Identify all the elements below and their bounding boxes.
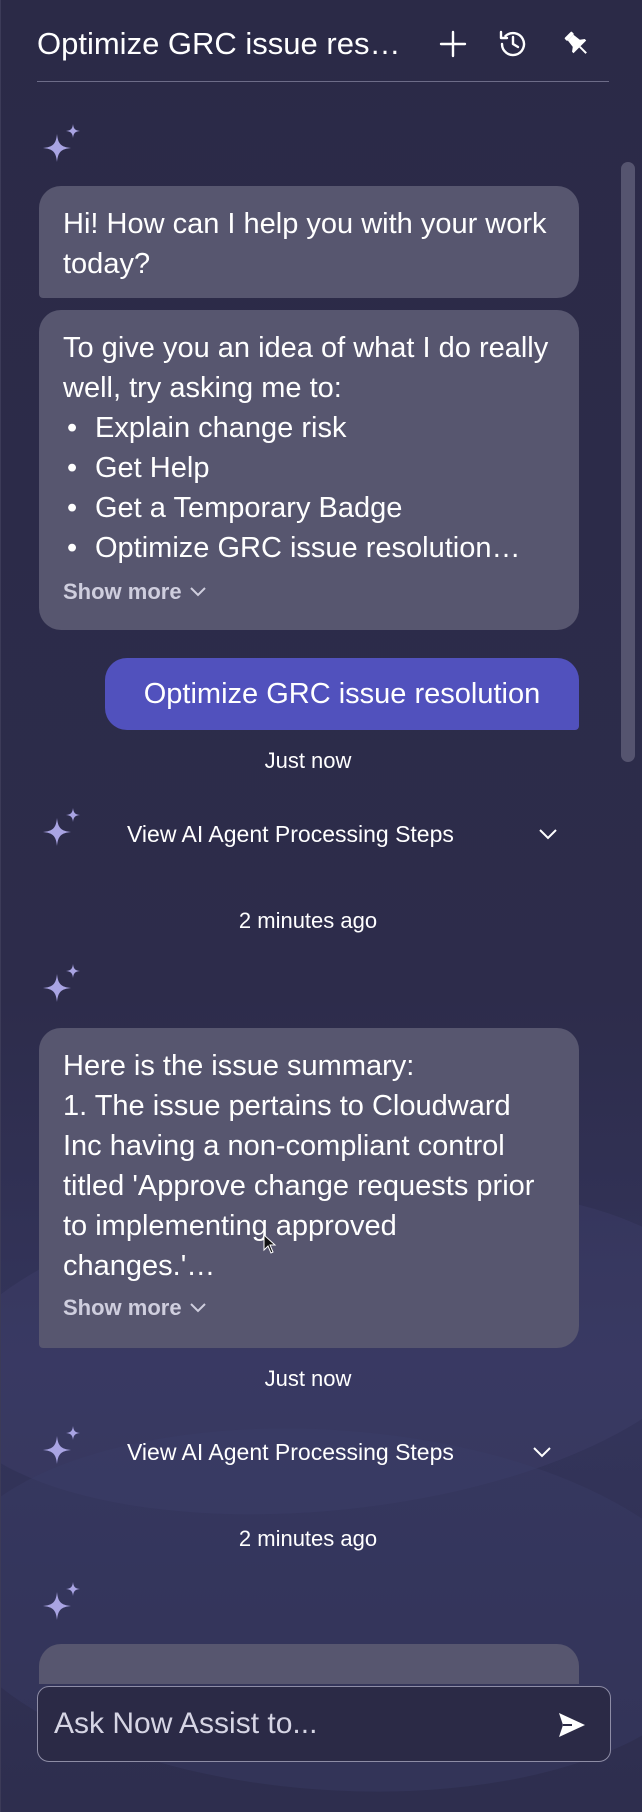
intro-text: To give you an idea of what I do really … [63, 332, 549, 404]
chevron-down-icon [533, 1446, 551, 1457]
assistant-message: To give you an idea of what I do really … [39, 310, 579, 630]
sparkle-icon [43, 964, 80, 1002]
mouse-cursor-icon [263, 1234, 277, 1254]
suggestion-item[interactable]: Optimize GRC issue resolution… [63, 528, 555, 568]
summary-body: 1. The issue pertains to Cloudward Inc h… [63, 1090, 535, 1282]
summary-title: Here is the issue summary: [63, 1050, 415, 1082]
show-more-label: Show more [63, 1295, 182, 1320]
now-assist-panel: Optimize GRC issue res… Hi! How can I he… [0, 0, 642, 1812]
greeting-text: Hi! How can I help you with your work to… [63, 208, 547, 280]
suggestion-item[interactable]: Get Help [63, 448, 555, 488]
scrollbar[interactable] [621, 162, 635, 762]
pin-button[interactable] [557, 24, 597, 64]
chevron-down-icon [539, 828, 557, 839]
assistant-message: Hi! How can I help you with your work to… [39, 186, 579, 298]
processing-steps-toggle[interactable]: View AI Agent Processing Steps [127, 814, 557, 854]
message-timestamp: 2 minutes ago [238, 908, 378, 933]
assistant-message-partial [39, 1644, 579, 1684]
message-timestamp: Just now [264, 748, 352, 773]
user-message: Optimize GRC issue resolution [105, 658, 579, 730]
history-button[interactable] [493, 24, 533, 64]
sparkle-icon [43, 1426, 80, 1464]
suggestion-item[interactable]: Explain change risk [63, 408, 555, 448]
panel-header: Optimize GRC issue res… [37, 0, 609, 82]
chat-input-container [37, 1686, 611, 1762]
new-conversation-button[interactable] [433, 24, 473, 64]
chevron-down-icon [189, 587, 206, 597]
message-timestamp: 2 minutes ago [238, 1526, 378, 1551]
history-icon [499, 30, 526, 57]
processing-steps-toggle[interactable]: View AI Agent Processing Steps [127, 1432, 551, 1472]
user-message-text: Optimize GRC issue resolution [143, 677, 541, 710]
message-timestamp: Just now [264, 1366, 352, 1391]
show-more-label: Show more [63, 579, 182, 604]
processing-steps-label: View AI Agent Processing Steps [127, 1438, 454, 1465]
sparkle-icon [43, 124, 80, 162]
assistant-message: Here is the issue summary: 1. The issue … [39, 1028, 579, 1348]
plus-icon [439, 30, 467, 58]
chevron-down-icon [189, 1303, 206, 1313]
chat-input[interactable] [54, 1687, 534, 1761]
sparkle-icon [43, 1582, 80, 1620]
suggestion-item[interactable]: Get a Temporary Badge [63, 488, 555, 528]
send-icon[interactable] [556, 1709, 588, 1741]
sparkle-icon [43, 808, 80, 846]
show-more-button[interactable]: Show more [63, 1288, 206, 1328]
show-more-button[interactable]: Show more [63, 572, 206, 612]
suggestion-list: Explain change risk Get Help Get a Tempo… [63, 408, 555, 568]
pin-icon [564, 31, 587, 54]
processing-steps-label: View AI Agent Processing Steps [127, 820, 454, 847]
conversation-title: Optimize GRC issue res… [37, 26, 401, 61]
